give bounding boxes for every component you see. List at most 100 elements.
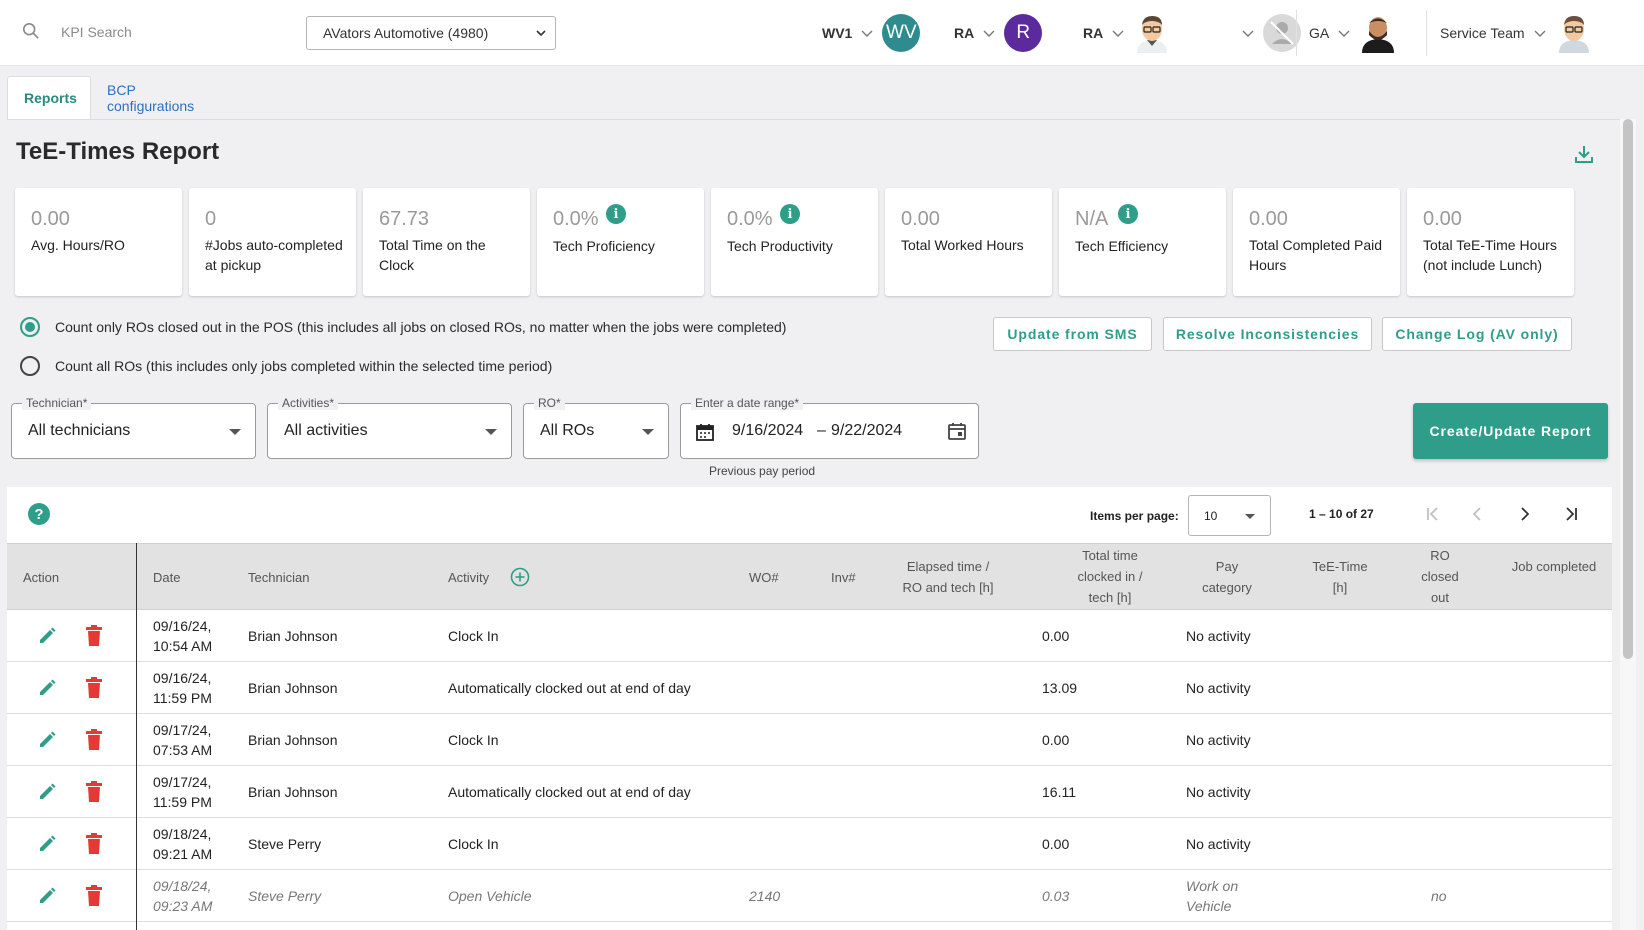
cell-activity: Open Vehicle [448,888,532,904]
table-row[interactable]: 09/16/24, 10:54 AM Brian Johnson Clock I… [7,610,1612,662]
column-header-ro-closed[interactable]: RO closed out [1416,545,1464,608]
dealer-select[interactable]: AVators Automotive (4980) [306,16,556,50]
items-per-page-label: Items per page: [1090,509,1179,523]
cell-technician: Brian Johnson [248,732,338,748]
cell-technician: Brian Johnson [248,680,338,696]
info-icon[interactable]: i [606,204,626,224]
date-start-input[interactable]: 9/16/2024 [732,422,803,440]
field-value: All ROs [540,422,595,439]
date-separator: – [817,422,826,439]
edit-icon[interactable] [37,730,57,750]
search-icon[interactable] [22,22,40,40]
kpi-value: 0.00 [901,208,940,230]
update-from-sms-button[interactable]: Update from SMS [993,317,1152,351]
dropdown-caret-icon [229,429,241,435]
tab-reports[interactable]: Reports [7,76,91,119]
edit-icon[interactable] [37,678,57,698]
user-label: RA [954,25,975,41]
column-header-activity[interactable]: Activity [448,567,489,588]
delete-icon[interactable] [85,625,103,646]
cell-ro-closed: no [1431,888,1447,904]
user-label: GA [1309,25,1330,41]
first-page-icon[interactable] [1423,504,1443,524]
user-switch-ra[interactable]: RA R [954,0,1043,66]
table-row[interactable]: 09/18/24, 09:23 AM Steve Perry Open Vehi… [7,870,1612,922]
column-header-technician[interactable]: Technician [248,567,309,588]
date-picker-icon[interactable] [947,421,967,441]
change-log-button[interactable]: Change Log (AV only) [1382,317,1572,351]
download-icon[interactable] [1573,143,1595,165]
user-switch-ga[interactable]: GA [1309,0,1397,66]
edit-icon[interactable] [37,834,57,854]
resolve-inconsistencies-button[interactable]: Resolve Inconsistencies [1163,317,1372,351]
kpi-search-input[interactable]: KPI Search [61,24,132,40]
report-table: ? Items per page: 10 1 – 10 of 27 Action… [7,487,1612,930]
column-header-date[interactable]: Date [153,567,180,588]
column-header-total-time[interactable]: Total time clocked in / tech [h] [1068,545,1152,608]
user-switch-wv1[interactable]: WV1 WV [822,0,921,66]
tab-bcp-configurations[interactable]: BCP configurations [91,76,210,119]
column-header-inv[interactable]: Inv# [831,567,856,588]
kpi-card-tech-proficiency: 0.0% i Tech Proficiency [537,188,704,296]
help-icon[interactable]: ? [28,503,50,525]
kpi-value: 0.0% [727,208,773,230]
add-circle-icon[interactable] [510,567,530,587]
kpi-card-total-worked-hours: 0.00 Total Worked Hours [885,188,1052,296]
date-range-field[interactable]: Enter a date range* 9/16/2024 – 9/22/202… [680,396,979,459]
chevron-down-icon [536,30,546,37]
edit-icon[interactable] [37,626,57,646]
kpi-label: Tech Proficiency [553,238,655,254]
column-header-tee-time[interactable]: TeE-Time [h] [1307,556,1373,598]
cell-date: 09/18/24, 09:21 AM [153,826,213,862]
kpi-card-total-completed-paid-hours: 0.00 Total Completed Paid Hours [1233,188,1400,296]
radio-count-closed-ros[interactable] [20,317,40,337]
chevron-down-icon [1112,30,1124,37]
person-avatar-icon [1558,16,1589,53]
table-header: Action Date Technician Activity WO# Inv#… [7,543,1612,610]
items-per-page-select[interactable]: 10 [1188,495,1271,536]
info-icon[interactable]: i [780,204,800,224]
edit-icon[interactable] [37,782,57,802]
table-row[interactable]: 09/18/24, 09:21 AM Steve Perry Clock In … [7,818,1612,870]
info-icon[interactable]: i [1118,204,1138,224]
column-header-job-completed[interactable]: Job completed [1505,556,1603,577]
cell-total-time: 16.11 [1042,784,1076,800]
kpi-card-total-time-clock: 67.73 Total Time on the Clock [363,188,530,296]
previous-page-icon[interactable] [1467,504,1487,524]
next-page-icon[interactable] [1515,504,1535,524]
user-switch-unknown[interactable] [1233,0,1301,66]
radio-count-all-ros[interactable] [20,356,40,376]
cell-date: 09/17/24, 07:53 AM [153,722,213,758]
create-update-report-button[interactable]: Create/Update Report [1413,403,1608,459]
delete-icon[interactable] [85,677,103,698]
column-header-wo[interactable]: WO# [749,567,779,588]
kpi-card-avg-hours: 0.00 Avg. Hours/RO [15,188,182,296]
cell-activity: Clock In [448,628,499,644]
column-header-pay-category[interactable]: Pay category [1195,556,1259,598]
table-row[interactable]: 09/16/24, 11:59 PM Brian Johnson Automat… [7,662,1612,714]
last-page-icon[interactable] [1561,504,1581,524]
table-row[interactable]: 09/17/24, 11:59 PM Brian Johnson Automat… [7,766,1612,818]
table-row[interactable]: 09/17/24, 07:53 AM Brian Johnson Clock I… [7,714,1612,766]
field-label: RO* [534,396,565,410]
scrollbar[interactable] [1623,119,1633,659]
cell-total-time: 13.09 [1042,680,1078,696]
cell-activity: Clock In [448,732,499,748]
edit-icon[interactable] [37,886,57,906]
user-switch-ra-2[interactable]: RA [1083,0,1171,66]
cell-total-time: 0.00 [1042,732,1070,748]
calendar-icon [696,424,714,441]
ro-select[interactable]: RO* All ROs [523,396,669,459]
delete-icon[interactable] [85,885,103,906]
delete-icon[interactable] [85,781,103,802]
date-end-input[interactable]: 9/22/2024 [831,422,902,440]
user-switch-service-team[interactable]: Service Team [1440,0,1593,66]
technician-select[interactable]: Technician* All technicians [11,396,256,459]
column-header-elapsed[interactable]: Elapsed time / RO and tech [h] [897,556,999,598]
delete-icon[interactable] [85,729,103,750]
radio-label: Count all ROs (this includes only jobs c… [55,358,553,374]
delete-icon[interactable] [85,833,103,854]
cell-total-time: 0.00 [1042,628,1070,644]
activities-select[interactable]: Activities* All activities [267,396,512,459]
top-bar: KPI Search AVators Automotive (4980) WV1… [0,0,1644,66]
